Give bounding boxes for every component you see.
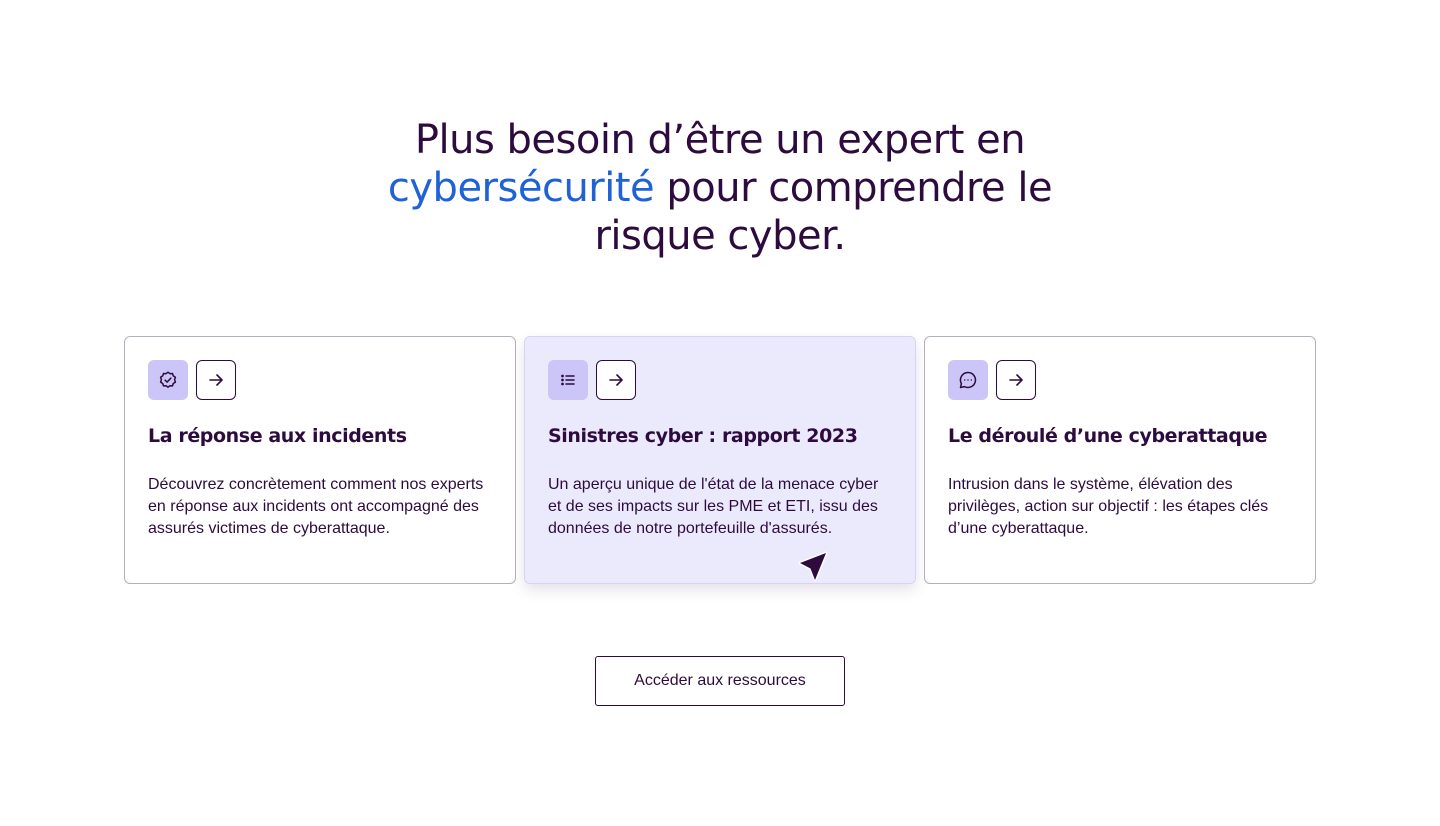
card-icons [148,360,492,400]
card-incident-response[interactable]: La réponse aux incidents Découvrez concr… [124,336,516,584]
list-icon [548,360,588,400]
card-description: Intrusion dans le système, élévation des… [948,476,1269,537]
arrow-right-icon [209,374,223,386]
card-cyberattack-timeline[interactable]: Le déroulé d’une cyberattaque Intrusion … [924,336,1316,584]
card-title: Le déroulé d’une cyberattaque [948,425,1268,447]
card-arrow-button[interactable] [196,360,236,400]
card-icons [948,360,1292,400]
arrow-right-icon [1009,374,1023,386]
resource-cards: La réponse aux incidents Découvrez concr… [124,336,1316,584]
badge-check-icon [148,360,188,400]
card-icons [548,360,892,400]
chat-bubble-icon [948,360,988,400]
card-claims-report[interactable]: Sinistres cyber : rapport 2023 Un aperçu… [524,336,916,584]
headline-line-1: Plus besoin d’être un expert en [414,117,1026,163]
card-title: Sinistres cyber : rapport 2023 [548,425,858,447]
page-headline: Plus besoin d’être un expert en cyberséc… [0,116,1440,260]
card-title: La réponse aux incidents [148,425,407,447]
headline-line-3: risque cyber. [594,213,846,259]
card-description: Découvrez concrètement comment nos exper… [148,476,484,537]
card-arrow-button[interactable] [596,360,636,400]
card-arrow-button[interactable] [996,360,1036,400]
mouse-pointer-icon [798,551,828,582]
headline-line-2: pour comprendre le [654,165,1053,211]
headline-accent: cybersécurité [387,165,655,211]
card-description: Un aperçu unique de l'état de la menace … [548,476,879,537]
arrow-right-icon [609,374,623,386]
access-resources-button[interactable]: Accéder aux ressources [595,656,845,706]
